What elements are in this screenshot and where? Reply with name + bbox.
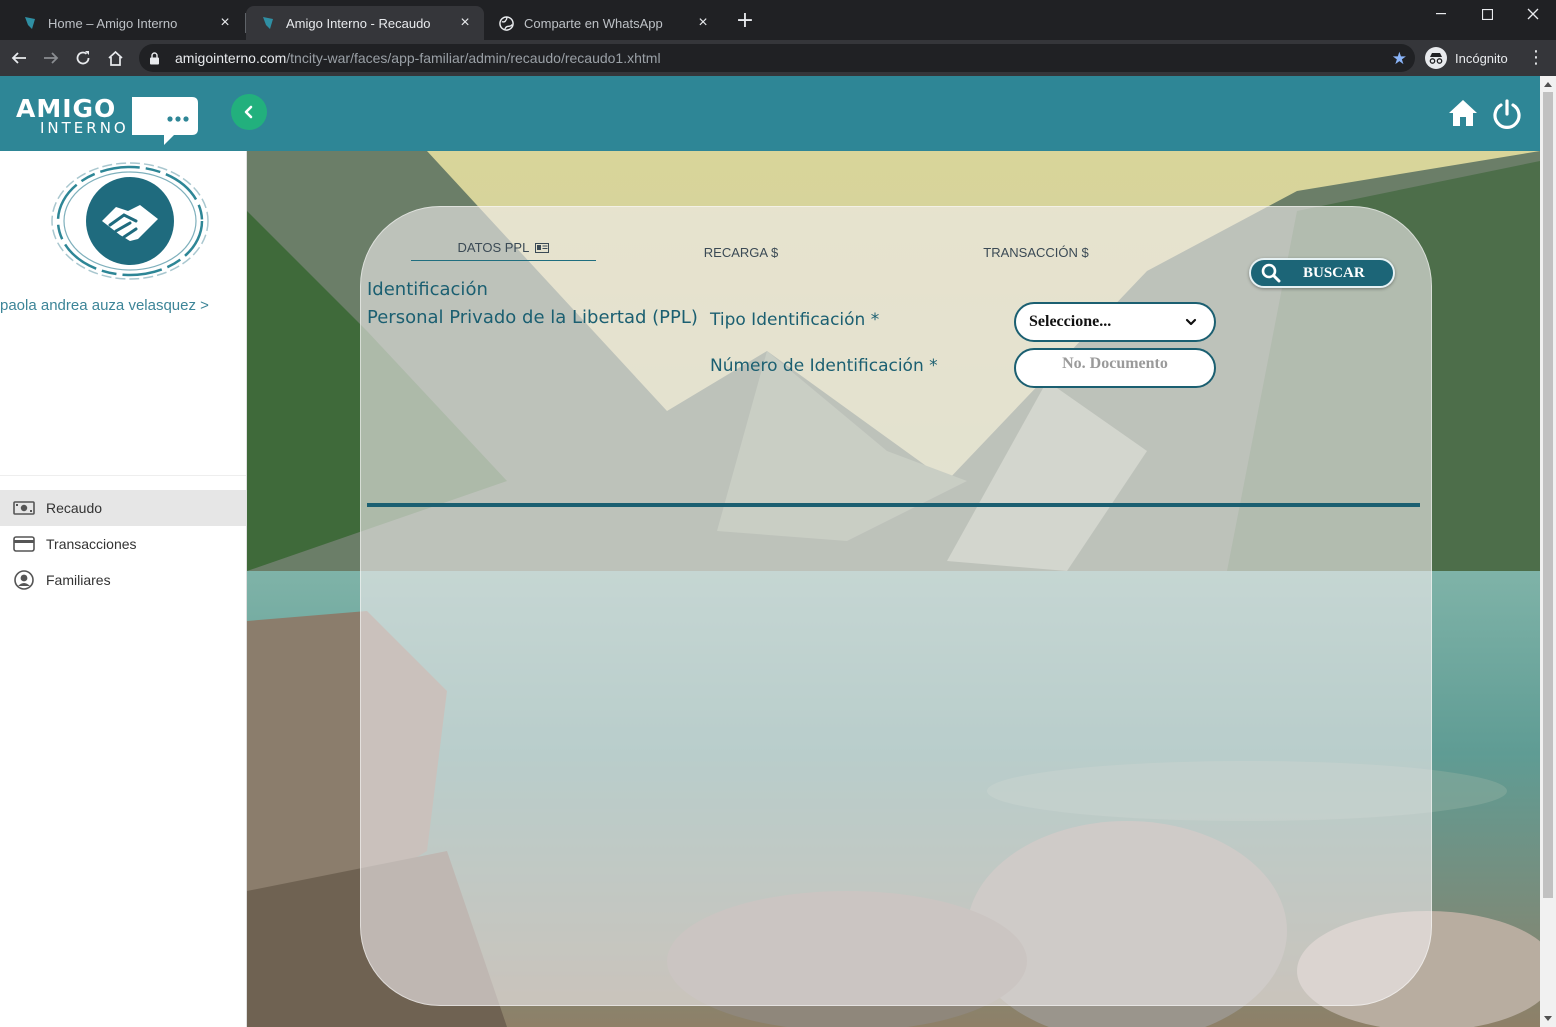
id-card-icon [535,243,550,253]
buscar-button[interactable]: BUSCAR [1249,258,1395,288]
handshake-emblem-logo [51,162,209,280]
minimize-window-button[interactable] [1418,0,1464,28]
buscar-label: BUSCAR [1303,264,1365,281]
page-scrollbar[interactable] [1540,76,1556,1027]
browser-tab-recaudo[interactable]: Amigo Interno - Recaudo × [246,6,484,40]
bookmark-star-icon[interactable]: ★ [1392,49,1407,69]
main-content: DATOS PPL RECARGA $ TRANSACCIÓN $ BUSCAR… [247,151,1540,1027]
web-page: AMIGO INTERNO paola andrea auza velasque… [0,76,1556,1027]
section-title: Identificación [367,279,488,300]
content-tabs: DATOS PPL RECARGA $ TRANSACCIÓN $ [411,238,1111,268]
scroll-down-arrow-icon[interactable] [1544,1016,1552,1021]
sidebar-item-transacciones[interactable]: Transacciones [0,526,246,562]
sidebar-item-recaudo[interactable]: Recaudo [0,490,246,526]
new-tab-button[interactable]: + [733,10,757,34]
tab-close-icon[interactable]: × [456,14,474,32]
back-button[interactable] [7,46,31,70]
user-profile-link[interactable]: paola andrea auza velasquez > [0,297,209,314]
maximize-icon [1481,8,1493,20]
id-type-select[interactable]: Seleccione... [1014,302,1216,342]
chevron-left-icon [244,105,253,119]
sidebar-item-label: Familiares [46,572,111,588]
address-bar[interactable]: amigointerno.com/tncity-war/faces/app-fa… [139,44,1415,72]
section-divider [367,503,1420,507]
incognito-profile-button[interactable]: Incógnito [1425,45,1508,71]
browser-tab-whatsapp[interactable]: Comparte en WhatsApp × [484,6,722,40]
lock-icon [149,50,165,66]
sidebar-item-label: Transacciones [46,536,137,552]
url-host: amigointerno.com [175,50,287,66]
browser-tab-bar: Home – Amigo Interno × Amigo Interno - R… [0,0,1556,40]
arrow-right-icon [44,52,59,64]
section-subtitle: Personal Privado de la Libertad (PPL) [367,307,698,328]
reload-button[interactable] [71,46,95,70]
tab-datos-ppl[interactable]: DATOS PPL [411,238,596,261]
id-type-label: Tipo Identificación * [710,310,880,330]
forward-button[interactable] [39,46,63,70]
incognito-icon [1425,47,1447,69]
amigo-favicon-icon [260,15,276,31]
incognito-label: Incógnito [1455,50,1508,66]
sidebar: paola andrea auza velasquez > Recaudo Tr… [0,151,247,1027]
user-circle-icon [12,570,36,590]
close-icon [1527,8,1539,20]
sidebar-item-familiares[interactable]: Familiares [0,562,246,598]
tab-title: Comparte en WhatsApp [524,15,663,31]
tab-close-icon[interactable]: × [694,14,712,32]
reload-icon [76,51,90,65]
amigo-favicon-icon [22,15,38,31]
minimize-icon [1436,13,1446,15]
tab-title: Amigo Interno - Recaudo [286,15,431,31]
browser-menu-button[interactable]: ⋮ [1526,48,1546,68]
browser-toolbar: amigointerno.com/tncity-war/faces/app-fa… [0,40,1556,76]
chevron-down-icon [1185,318,1197,326]
tab-recarga[interactable]: RECARGA $ [691,243,791,266]
globe-icon [498,15,514,31]
credit-card-icon [12,534,36,554]
sidebar-item-label: Recaudo [46,500,103,516]
home-outline-icon [107,50,123,66]
home-icon[interactable] [1447,98,1479,128]
id-number-input[interactable]: No. Documento [1014,348,1216,388]
arrow-left-icon [11,52,26,64]
url-path: /tncity-war/faces/app-familiar/admin/rec… [286,50,661,66]
home-browser-button[interactable] [103,46,127,70]
tab-transaccion[interactable]: TRANSACCIÓN $ [971,243,1101,266]
search-icon [1261,263,1281,283]
id-type-selected-value: Seleccione... [1029,313,1112,330]
browser-tab-home[interactable]: Home – Amigo Interno × [8,6,244,40]
collapse-sidebar-button[interactable] [231,94,267,130]
app-header: AMIGO INTERNO [0,76,1540,151]
logo-text-interno: INTERNO [40,119,129,137]
tab-title: Home – Amigo Interno [48,15,178,31]
scroll-up-arrow-icon[interactable] [1544,82,1552,87]
money-icon [12,498,36,518]
maximize-window-button[interactable] [1464,0,1510,28]
close-window-button[interactable] [1510,0,1556,28]
sidebar-divider [0,475,246,476]
scrollbar-thumb[interactable] [1543,92,1553,898]
amigo-interno-logo: AMIGO INTERNO [16,94,198,145]
id-number-label: Número de Identificación * [710,356,938,376]
tab-label: DATOS PPL [457,240,529,255]
power-logout-icon[interactable] [1491,98,1523,130]
tab-close-icon[interactable]: × [216,14,234,32]
